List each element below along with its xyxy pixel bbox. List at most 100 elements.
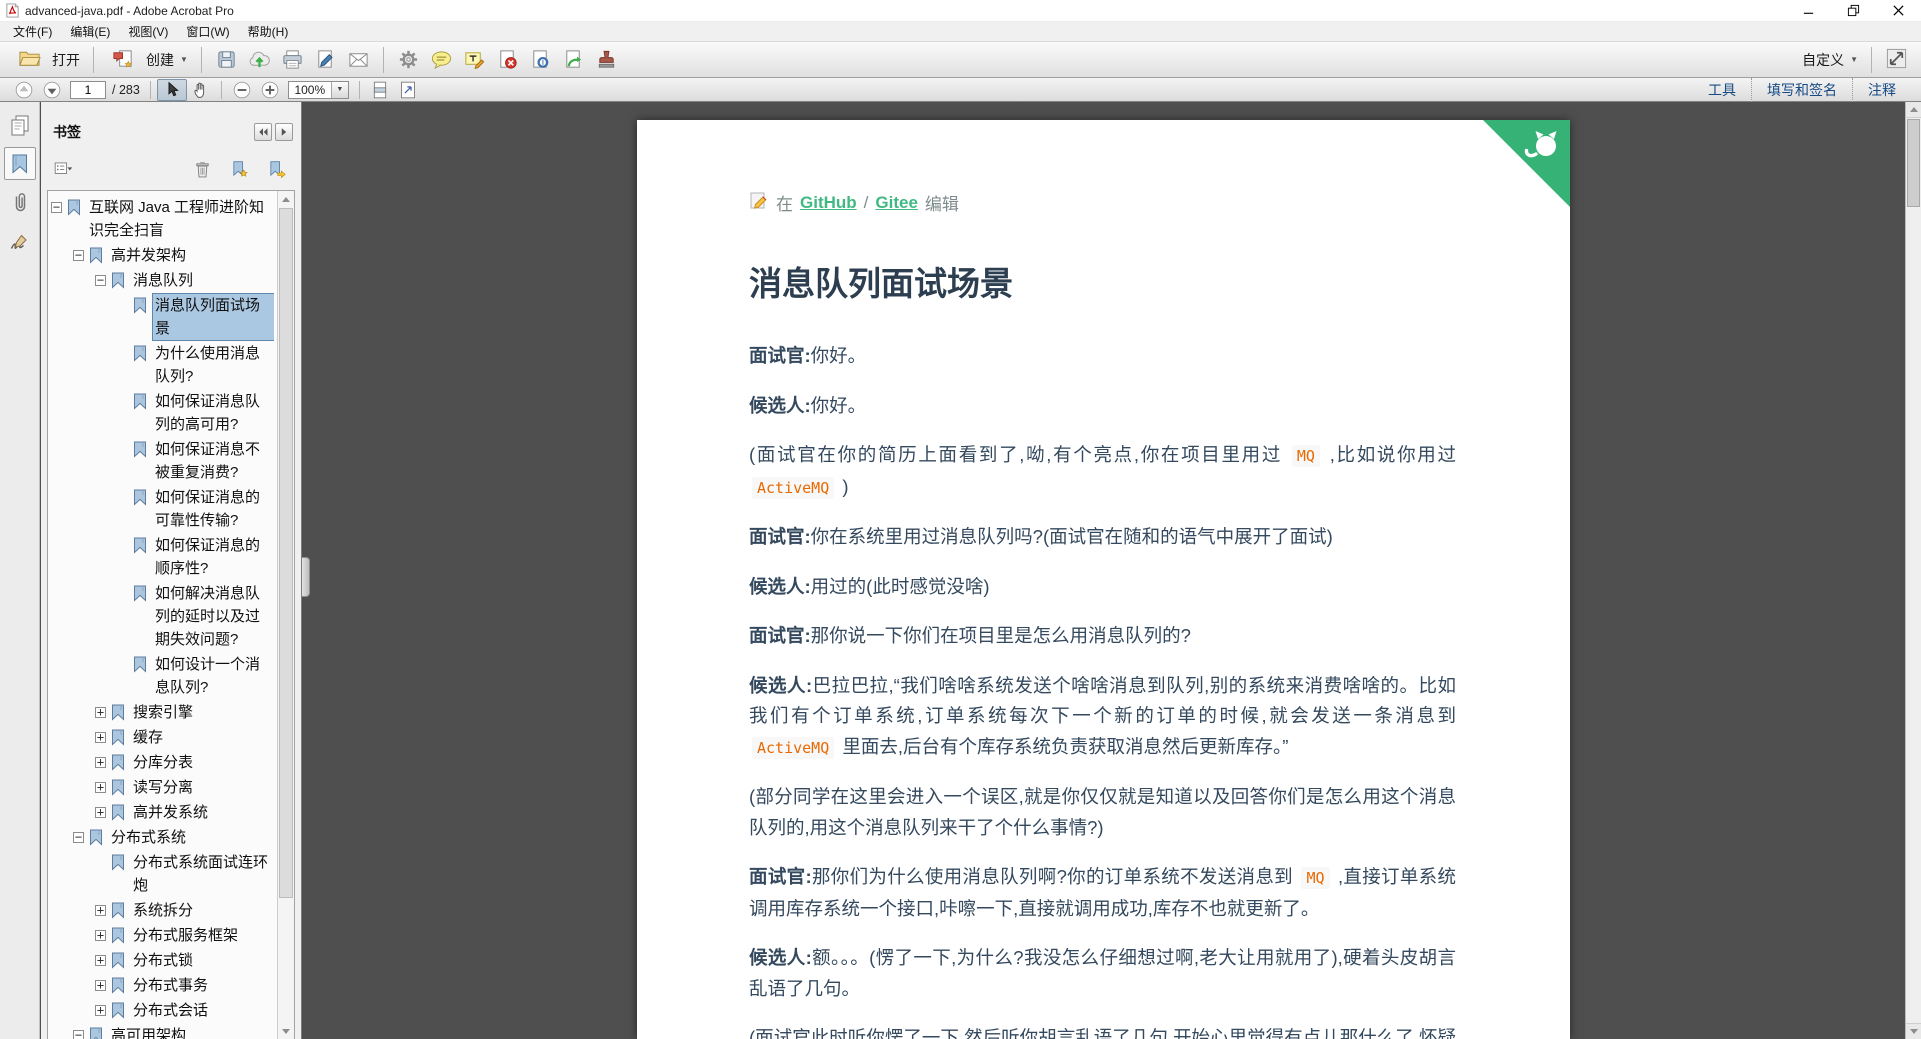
bookmark-label[interactable]: 系统拆分 [131,899,195,922]
menu-item[interactable]: 视图(V) [119,21,177,42]
tab-注释[interactable]: 注释 [1852,77,1911,102]
bookmark-item[interactable]: 如何保证消息不被重复消费? [51,438,274,484]
bookmark-label[interactable]: 高可用架构 [109,1024,188,1039]
expand-box-icon[interactable]: + [95,731,106,743]
bookmark-item[interactable]: + 系统拆分 [51,899,274,922]
attach-page-icon[interactable] [524,48,557,71]
page-down-icon[interactable] [38,80,66,100]
tab-工具[interactable]: 工具 [1693,78,1751,102]
bookmark-label[interactable]: 搜索引擎 [131,701,195,724]
save-icon[interactable] [210,48,243,71]
collapse-box-icon[interactable]: − [73,1029,84,1039]
sign-icon[interactable] [309,48,342,71]
bookmark-label[interactable]: 如何保证消息的顺序性? [153,534,274,580]
print-icon[interactable] [276,48,309,71]
edit-note-icon[interactable] [749,190,769,210]
panel-splitter-handle[interactable] [302,557,310,597]
menu-item[interactable]: 帮助(H) [239,21,298,42]
scroll-up-icon[interactable] [1906,102,1921,118]
restore-icon[interactable] [1831,0,1876,21]
zoom-in-icon[interactable] [256,80,284,100]
bookmark-label[interactable]: 高并发系统 [131,801,210,824]
document-scrollbar[interactable] [1905,102,1921,1039]
select-icon[interactable] [156,78,187,101]
bookmark-item[interactable]: 如何设计一个消息队列? [51,653,274,699]
stamp-icon[interactable] [590,48,623,71]
gitee-link[interactable]: Gitee [875,193,918,213]
panel-expand-icon[interactable] [275,123,293,141]
open-button[interactable]: 打开 [8,45,85,75]
new-bookmark-icon[interactable] [229,159,250,180]
bookmark-item[interactable]: 如何保证消息的顺序性? [51,534,274,580]
bookmark-label[interactable]: 分布式服务框架 [131,924,240,947]
bookmark-item[interactable]: 如何保证消息的可靠性传输? [51,486,274,532]
bookmark-item[interactable]: − 高可用架构 [51,1024,274,1039]
email-icon[interactable] [342,48,375,71]
bookmark-item[interactable]: + 分布式会话 [51,999,274,1022]
close-icon[interactable] [1876,0,1921,21]
options-icon[interactable] [53,159,74,180]
bookmark-label[interactable]: 分布式会话 [131,999,210,1022]
customize-button[interactable]: 自定义 ▼ [1797,48,1863,72]
bookmark-item[interactable]: + 高并发系统 [51,801,274,824]
bookmark-label[interactable]: 如何设计一个消息队列? [153,653,274,699]
collapse-box-icon[interactable]: − [73,831,84,843]
expand-box-icon[interactable]: + [95,756,106,768]
bookmark-item[interactable]: + 分库分表 [51,751,274,774]
bookmark-item[interactable]: 消息队列面试场景 [51,293,274,341]
bookmark-label[interactable]: 如何保证消息不被重复消费? [153,438,274,484]
collapse-box-icon[interactable]: − [95,274,106,286]
expand-box-icon[interactable]: + [95,806,106,818]
zoom-out-icon[interactable] [228,80,256,100]
bookmark-label[interactable]: 如何保证消息队列的高可用? [153,390,274,436]
chevron-down-icon[interactable]: ▼ [330,81,348,98]
bookmark-item[interactable]: + 缓存 [51,726,274,749]
expand-box-icon[interactable]: + [95,954,106,966]
expand-box-icon[interactable]: + [95,929,106,941]
collapse-box-icon[interactable]: − [51,201,62,213]
bookmark-label[interactable]: 消息队列 [131,269,195,292]
scroll-mode-icon[interactable] [366,80,394,100]
bookmark-label[interactable]: 分库分表 [131,751,195,774]
comment-icon[interactable] [425,48,458,71]
bookmark-item[interactable]: 如何解决消息队列的延时以及过期失效问题? [51,582,274,651]
scroll-down-icon[interactable] [1906,1023,1921,1039]
fit-page-icon[interactable] [394,80,422,100]
menu-item[interactable]: 文件(F) [4,21,61,42]
bookmark-item[interactable]: − 互联网 Java 工程师进阶知识完全扫盲 [51,196,274,242]
pdf-file-icon[interactable] [5,3,25,18]
bookmark-item[interactable]: + 分布式锁 [51,949,274,972]
bookmark-label[interactable]: 为什么使用消息队列? [153,342,274,388]
bookmark-label[interactable]: 如何解决消息队列的延时以及过期失效问题? [153,582,274,651]
bookmark-label[interactable]: 缓存 [131,726,165,749]
bookmark-label[interactable]: 分布式系统 [109,826,188,849]
bookmark-item[interactable]: 如何保证消息队列的高可用? [51,390,274,436]
page-thumbnails-icon[interactable] [4,108,36,141]
bookmark-label[interactable]: 分布式锁 [131,949,195,972]
expand-toolbar-icon[interactable] [1880,47,1913,70]
minimize-icon[interactable] [1786,0,1831,21]
trash-icon[interactable] [192,159,213,180]
bookmarks-scrollbar[interactable] [277,191,294,1039]
bookmark-item[interactable]: + 读写分离 [51,776,274,799]
share-cloud-icon[interactable] [243,48,276,71]
zoom-combo[interactable]: 100% ▼ [287,80,349,99]
bookmark-item[interactable]: 为什么使用消息队列? [51,342,274,388]
bookmark-item[interactable]: + 搜索引擎 [51,701,274,724]
text-note-icon[interactable] [458,48,491,71]
bookmark-label[interactable]: 分布式事务 [131,974,210,997]
bookmark-label[interactable]: 如何保证消息的可靠性传输? [153,486,274,532]
bookmark-item[interactable]: − 高并发架构 [51,244,274,267]
bookmark-label[interactable]: 读写分离 [131,776,195,799]
gear-icon[interactable] [392,48,425,71]
github-link[interactable]: GitHub [800,193,857,213]
attachments-icon[interactable] [4,186,36,219]
panel-collapse-icon[interactable] [254,123,272,141]
bookmark-label[interactable]: 消息队列面试场景 [152,293,274,341]
scrollbar-thumb[interactable] [1907,119,1920,207]
page-number-input[interactable] [70,80,106,99]
bookmark-item[interactable]: − 分布式系统 [51,826,274,849]
tab-填写和签名[interactable]: 填写和签名 [1751,77,1852,102]
bookmark-label[interactable]: 互联网 Java 工程师进阶知识完全扫盲 [87,196,274,242]
menu-item[interactable]: 编辑(E) [61,21,119,42]
